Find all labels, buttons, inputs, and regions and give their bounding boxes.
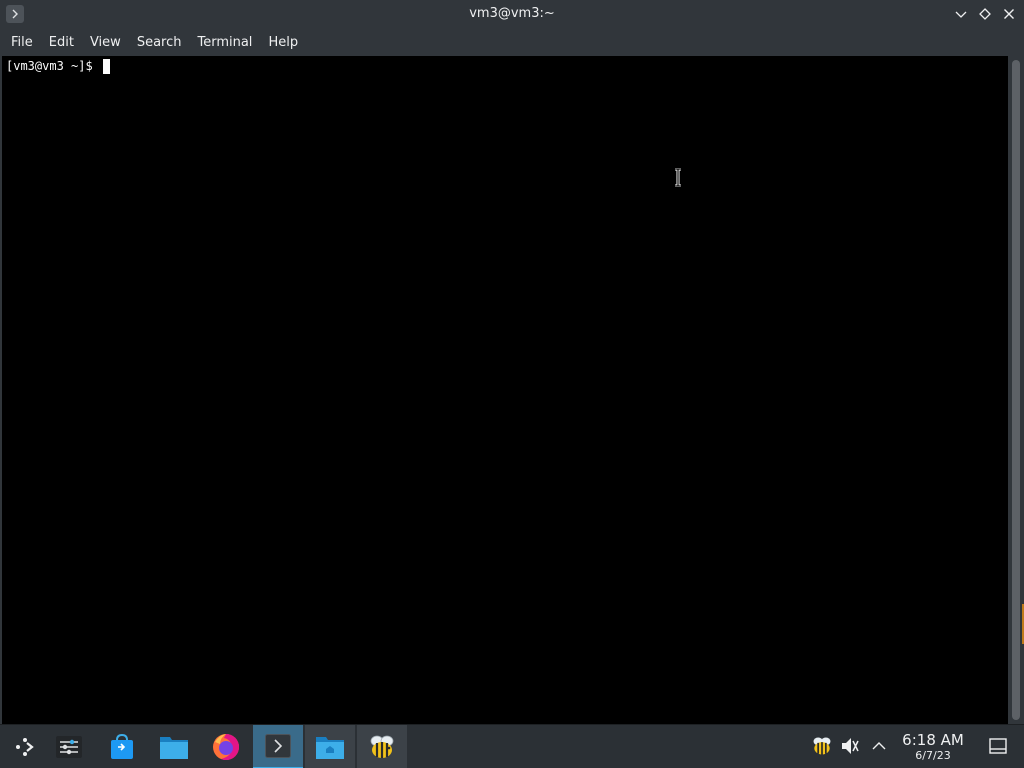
show-desktop-button[interactable] (987, 735, 1009, 757)
terminal-task-button[interactable] (253, 725, 303, 768)
menu-search[interactable]: Search (129, 29, 190, 56)
maximize-button[interactable] (975, 4, 995, 24)
terminal-scrollbar[interactable] (1008, 56, 1024, 724)
file-manager-button[interactable] (149, 725, 199, 768)
volume-button[interactable] (839, 735, 861, 757)
file-manager-icon (160, 737, 188, 759)
bee-tray-button[interactable] (811, 735, 833, 757)
clock-date: 6/7/23 (915, 749, 951, 762)
menu-terminal[interactable]: Terminal (189, 29, 260, 56)
menu-help[interactable]: Help (260, 29, 306, 56)
volume-muted-icon (842, 738, 859, 754)
show-desktop-icon (989, 738, 1007, 754)
bee-app-task-button[interactable] (357, 725, 407, 768)
text-cursor (102, 59, 110, 74)
digital-clock[interactable]: 6:18 AM 6/7/23 (898, 732, 968, 763)
maximize-icon (979, 8, 991, 20)
discover-store-button[interactable] (97, 725, 147, 768)
system-settings-button[interactable] (44, 725, 94, 768)
firefox-icon (213, 734, 239, 760)
close-icon (1004, 9, 1014, 19)
minimize-icon (955, 11, 967, 18)
menu-edit[interactable]: Edit (41, 29, 82, 56)
expand-tray-icon (872, 742, 886, 750)
expand-tray-button[interactable] (868, 735, 890, 757)
application-launcher-button[interactable] (0, 725, 50, 768)
minimize-button[interactable] (951, 4, 971, 24)
terminal-prompt-line: [vm3@vm3 ~]$ (6, 59, 110, 74)
home-folder-task-button[interactable] (305, 725, 355, 768)
menu-bar: File Edit View Search Terminal Help (0, 29, 1024, 56)
firefox-button[interactable] (201, 725, 251, 768)
close-button[interactable] (999, 4, 1019, 24)
bee-app-icon (370, 735, 394, 758)
system-settings-icon (56, 736, 82, 758)
home-folder-icon (316, 737, 344, 759)
shell-prompt: [vm3@vm3 ~]$ (6, 59, 100, 73)
discover-store-icon (111, 734, 133, 759)
ibeam-pointer-icon (675, 168, 681, 187)
window-title: vm3@vm3:~ (469, 6, 555, 21)
terminal-display[interactable]: [vm3@vm3 ~]$ (0, 56, 1008, 724)
clock-time: 6:18 AM (902, 731, 964, 749)
bee-tray-icon (813, 737, 831, 755)
window-titlebar[interactable]: vm3@vm3:~ (0, 0, 1024, 29)
menu-view[interactable]: View (82, 29, 129, 56)
scrollbar-thumb[interactable] (1012, 60, 1020, 720)
menu-file[interactable]: File (3, 29, 41, 56)
terminal-icon (265, 734, 291, 758)
application-launcher-icon (16, 738, 34, 756)
taskbar: 6:18 AM 6/7/23 (0, 724, 1024, 768)
